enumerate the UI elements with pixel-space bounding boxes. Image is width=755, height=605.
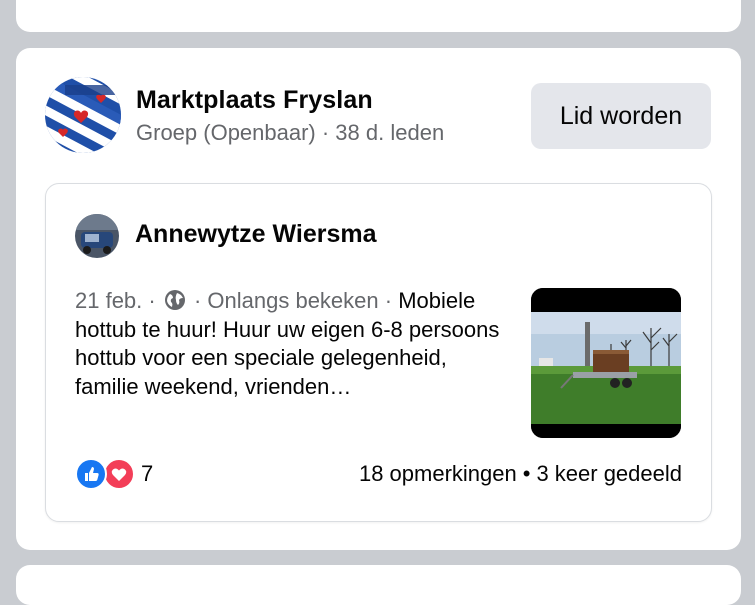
previous-post-card [16, 0, 741, 32]
author-avatar[interactable] [75, 214, 119, 258]
next-post-card [16, 565, 741, 605]
love-reaction-icon [103, 458, 135, 490]
join-group-button[interactable]: Lid worden [531, 83, 711, 149]
group-meta: Groep (Openbaar) · 38 d. leden [136, 120, 445, 145]
group-avatar[interactable] [45, 77, 121, 153]
post-preview[interactable]: Annewytze Wiersma 21 feb. · · Onlangs be… [45, 183, 712, 522]
post-date[interactable]: 21 feb. · [75, 288, 156, 313]
group-name[interactable]: Marktplaats Fryslan [136, 86, 373, 115]
recently-viewed-label: · Onlangs bekeken · [193, 288, 393, 313]
reactions-summary[interactable]: 7 [75, 458, 195, 492]
shares-count[interactable]: 3 keer gedeeld [536, 461, 682, 486]
post-text-block: 21 feb. · · Onlangs bekeken · Mobiele ho… [75, 287, 505, 401]
comments-count[interactable]: 18 opmerkingen [359, 461, 517, 486]
engagement-stats: 18 opmerkingen • 3 keer gedeeld [359, 461, 682, 487]
like-reaction-icon [75, 458, 107, 490]
reaction-count: 7 [141, 461, 154, 486]
group-suggestion-card: Marktplaats Fryslan Groep (Openbaar) · 3… [16, 48, 741, 550]
post-image[interactable] [531, 288, 681, 438]
hottub-trailer-photo [531, 288, 681, 438]
separator-dot: • [522, 461, 531, 486]
author-name[interactable]: Annewytze Wiersma [135, 220, 377, 249]
author-photo [75, 214, 119, 258]
globe-icon [164, 289, 186, 311]
frisian-flag-image [45, 77, 121, 153]
